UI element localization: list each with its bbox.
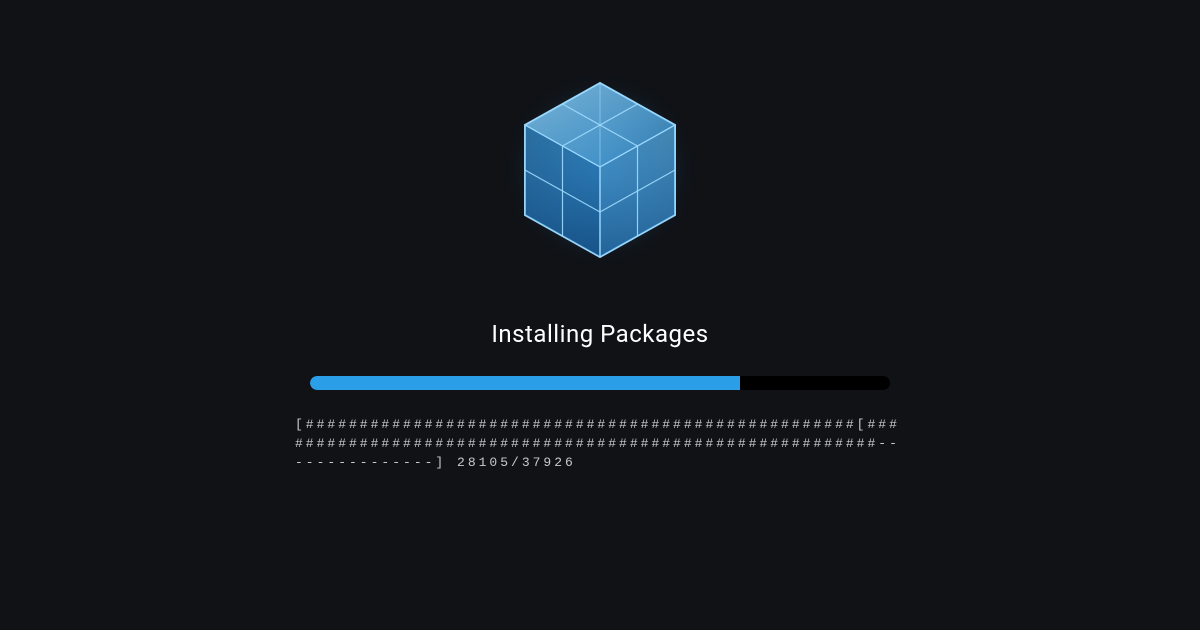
cube-logo: [490, 60, 710, 280]
ascii-progress: [#######################################…: [295, 416, 905, 473]
status-title: Installing Packages: [491, 320, 708, 348]
progress-bar: [310, 376, 890, 390]
cube-icon: [515, 75, 685, 265]
progress-fill: [310, 376, 740, 390]
